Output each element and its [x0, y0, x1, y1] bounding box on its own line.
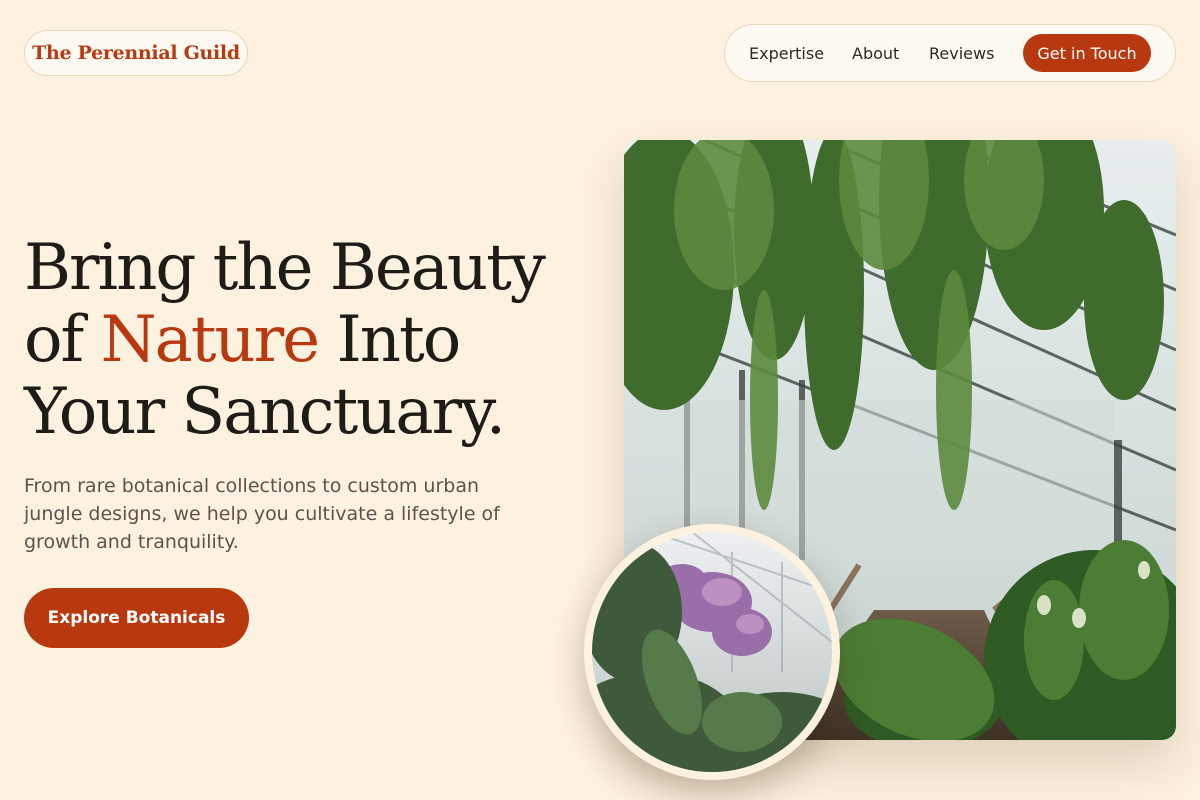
hero-headline: Bring the Beauty of Nature Into Your San… — [24, 232, 584, 448]
headline-line-2-end: Into — [336, 303, 461, 377]
landing-page: The Perennial Guild Expertise About Revi… — [0, 0, 1200, 800]
top-nav: Expertise About Reviews Get in Touch — [724, 24, 1176, 82]
explore-botanicals-button[interactable]: Explore Botanicals — [24, 588, 249, 648]
brand-name: The Perennial Guild — [32, 42, 240, 64]
headline-line-3: Your Sanctuary. — [24, 375, 506, 449]
brand-logo[interactable]: The Perennial Guild — [24, 30, 248, 76]
inset-photo-frame — [584, 524, 840, 780]
headline-line-1: Bring the Beauty — [24, 231, 546, 305]
nav-link-about[interactable]: About — [852, 44, 899, 63]
nav-link-expertise[interactable]: Expertise — [749, 44, 824, 63]
flowering-tree-illustration — [592, 532, 832, 772]
get-in-touch-button[interactable]: Get in Touch — [1023, 34, 1151, 72]
hero-subtext: From rare botanical collections to custo… — [24, 475, 500, 553]
flowering-tree-photo — [592, 532, 832, 772]
headline-line-2-start: of — [24, 303, 84, 377]
nav-link-reviews[interactable]: Reviews — [929, 44, 994, 63]
headline-accent-word: Nature — [100, 303, 321, 377]
